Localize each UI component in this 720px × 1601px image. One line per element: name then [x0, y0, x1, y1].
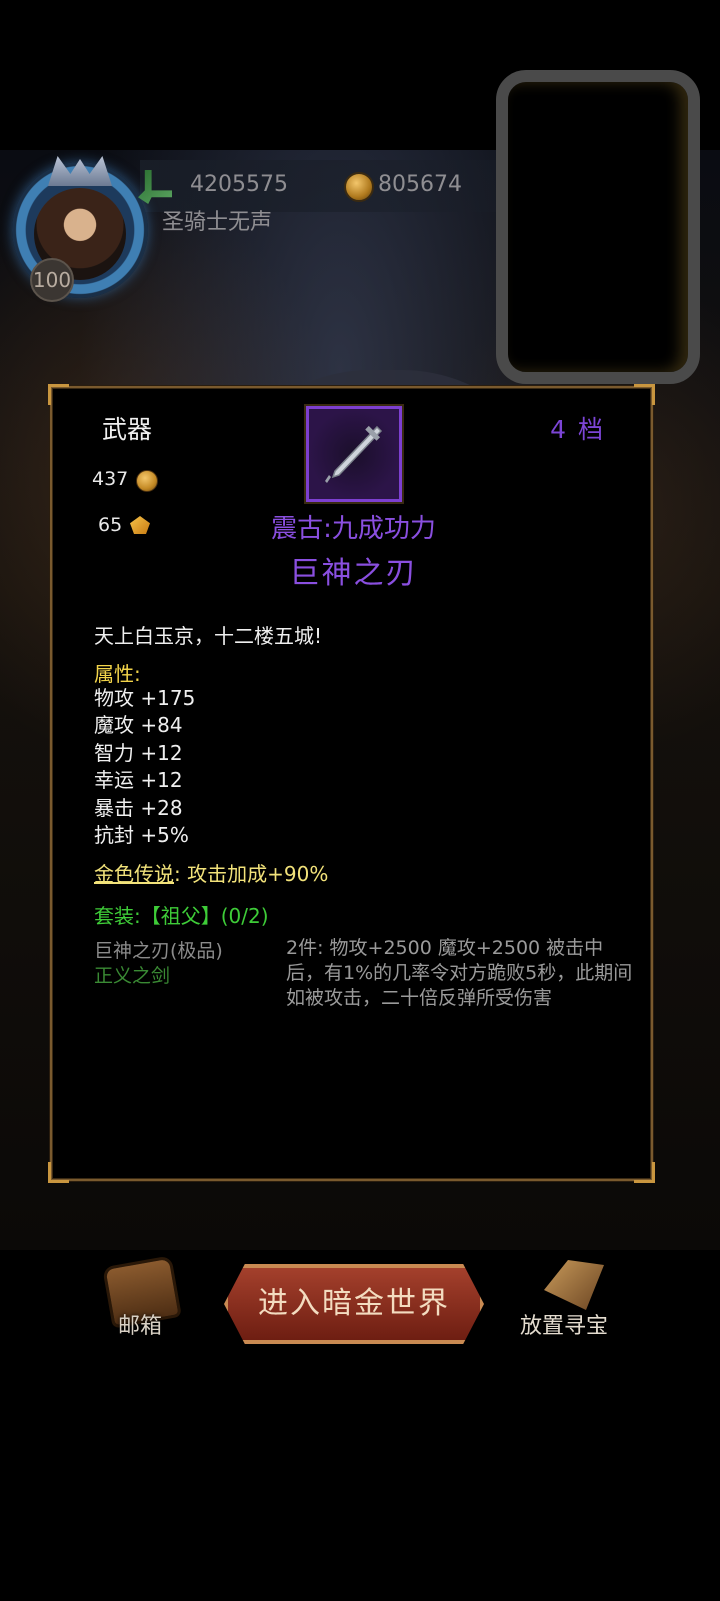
item-detail-panel: 武器 4 档 437 65 震古:九成功力 巨神之刃 天上白玉京，十二楼五城! …	[48, 384, 655, 1183]
item-flavor-text: 天上白玉京，十二楼五城!	[94, 624, 323, 648]
minimap[interactable]	[496, 70, 700, 384]
set-bonus-text: 2件: 物攻+2500 魔攻+2500 被击中后，有1%的几率令对方跪败5秒，此…	[286, 937, 633, 1009]
attributes-list: 物攻 +175 魔攻 +84 智力 +12 幸运 +12 暴击 +28 抗封 +…	[94, 685, 195, 849]
treasure-icon	[544, 1260, 604, 1310]
legendary-label[interactable]: 金色传说	[94, 862, 174, 886]
attribute-line: 暴击 +28	[94, 795, 183, 820]
set-piece: 巨神之刃(极品)	[94, 940, 223, 962]
sword-icon	[325, 425, 383, 483]
player-name: 圣骑士无声	[162, 210, 273, 235]
attribute-line: 智力 +12	[94, 740, 183, 765]
level-badge: 100	[30, 258, 74, 302]
avatar-crest	[48, 156, 112, 186]
item-category: 武器	[102, 415, 153, 444]
item-icon-slot[interactable]	[306, 406, 402, 502]
frame-corner	[634, 384, 655, 405]
idle-treasure-button[interactable]: 放置寻宝	[520, 1256, 630, 1346]
enter-dark-gold-world-button[interactable]: 进入暗金世界	[224, 1264, 484, 1344]
gold-coin-icon	[136, 470, 158, 492]
attribute-line: 抗封 +5%	[94, 822, 189, 847]
set-piece: 正义之剑	[94, 965, 171, 987]
mail-label: 邮箱	[118, 1314, 163, 1339]
frame-corner	[48, 1162, 69, 1183]
attribute-line: 物攻 +175	[94, 686, 196, 710]
attributes-title: 属性:	[94, 662, 141, 686]
item-name: 巨神之刃	[289, 556, 418, 591]
price-gold-value: 437	[92, 468, 129, 490]
treasure-label: 放置寻宝	[520, 1314, 609, 1339]
item-tier: 4 档	[550, 415, 605, 444]
legendary-value: 攻击加成+90%	[187, 862, 329, 886]
frame-corner	[634, 1162, 655, 1183]
legendary-bonus: 金色传说: 攻击加成+90%	[94, 858, 328, 887]
mail-button[interactable]: 邮箱	[104, 1258, 184, 1339]
legendary-colon: :	[174, 862, 181, 886]
frame-corner	[48, 384, 69, 405]
set-title: 套装:【祖父】(0/2)	[94, 904, 269, 928]
attribute-line: 魔攻 +84	[94, 713, 183, 738]
gold-coin-icon	[344, 172, 374, 202]
attribute-line: 幸运 +12	[94, 768, 183, 793]
item-prefix: 震古:九成功力	[271, 514, 436, 544]
gold-value: 805674	[378, 172, 462, 197]
power-value: 4205575	[190, 172, 288, 197]
